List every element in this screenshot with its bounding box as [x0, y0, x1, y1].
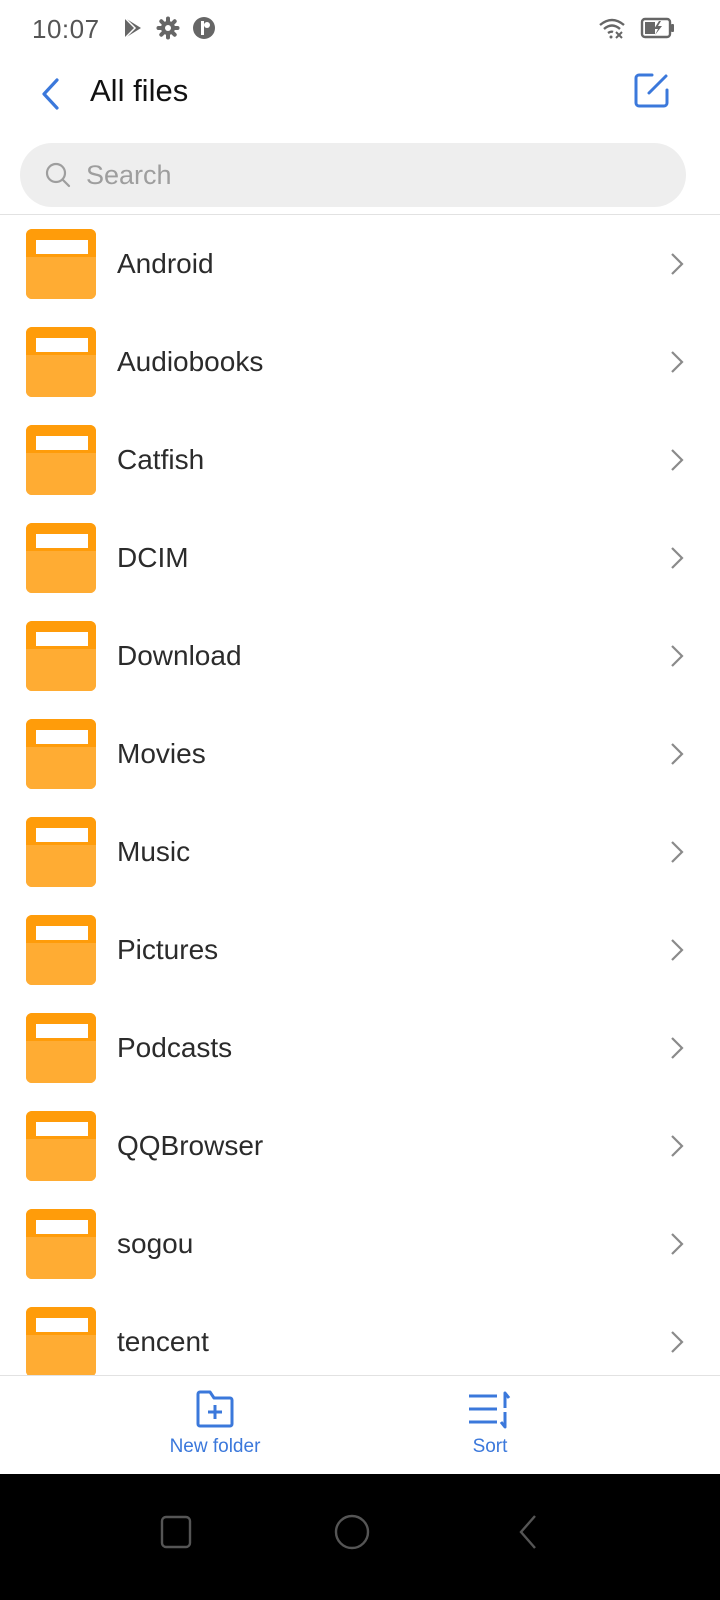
chevron-right-icon	[671, 841, 684, 863]
folder-icon	[26, 229, 96, 299]
edit-button[interactable]	[634, 72, 674, 112]
file-list-item[interactable]: Audiobooks	[0, 313, 720, 411]
home-icon	[334, 1514, 370, 1550]
wifi-no-internet-icon	[599, 18, 625, 39]
new-folder-label: New folder	[169, 1436, 261, 1457]
file-name: sogou	[117, 1228, 194, 1259]
battery-charging-icon	[640, 17, 674, 39]
file-list-item[interactable]: tencent	[0, 1293, 720, 1375]
status-icons-right	[598, 16, 676, 40]
edit-icon	[634, 73, 669, 108]
file-name: Pictures	[117, 934, 219, 965]
chevron-right-icon	[671, 939, 684, 961]
home-button[interactable]	[322, 1502, 382, 1562]
sort-icon	[469, 1391, 511, 1429]
app-notification-icon	[193, 17, 215, 39]
play-store-icon	[124, 17, 141, 39]
file-name: QQBrowser	[117, 1130, 264, 1161]
page-title: All files	[90, 73, 189, 108]
back-nav-button[interactable]	[498, 1502, 558, 1562]
chevron-right-icon	[671, 1135, 684, 1157]
search-input[interactable]	[86, 159, 646, 191]
chevron-right-icon	[671, 645, 684, 667]
recents-icon	[160, 1515, 192, 1549]
chevron-right-icon	[671, 743, 684, 765]
file-list-item[interactable]: DCIM	[0, 509, 720, 607]
header: All files	[0, 58, 720, 130]
folder-icon	[26, 915, 96, 985]
chevron-right-icon	[671, 449, 684, 471]
file-name: DCIM	[117, 542, 189, 573]
search-box[interactable]	[20, 143, 686, 207]
file-list-item[interactable]: Catfish	[0, 411, 720, 509]
sort-button[interactable]: Sort	[410, 1390, 570, 1458]
back-nav-icon	[519, 1515, 536, 1549]
file-list-item[interactable]: Movies	[0, 705, 720, 803]
chevron-right-icon	[671, 1233, 684, 1255]
recents-button[interactable]	[146, 1502, 206, 1562]
folder-icon	[26, 523, 96, 593]
folder-icon	[26, 817, 96, 887]
file-list-item[interactable]: Podcasts	[0, 999, 720, 1097]
back-button[interactable]	[30, 74, 70, 114]
file-list-item[interactable]: sogou	[0, 1195, 720, 1293]
folder-icon	[26, 1307, 96, 1375]
sort-label: Sort	[472, 1436, 508, 1457]
file-list-item[interactable]: Pictures	[0, 901, 720, 999]
file-name: Catfish	[117, 444, 205, 475]
file-name: Audiobooks	[117, 346, 264, 377]
folder-icon	[26, 327, 96, 397]
bottom-toolbar: New folder Sort	[0, 1376, 720, 1474]
folder-icon	[26, 621, 96, 691]
file-list-item[interactable]: QQBrowser	[0, 1097, 720, 1195]
status-icons-left	[122, 16, 216, 40]
folder-icon	[26, 1013, 96, 1083]
chevron-right-icon	[671, 547, 684, 569]
folder-icon	[26, 719, 96, 789]
folder-icon	[26, 1209, 96, 1279]
system-nav-bar	[0, 1474, 720, 1600]
status-bar: 10:07	[0, 0, 720, 58]
chevron-right-icon	[671, 351, 684, 373]
status-time: 10:07	[32, 14, 100, 44]
file-name: Download	[117, 640, 242, 671]
folder-icon	[26, 1111, 96, 1181]
file-list-item[interactable]: Music	[0, 803, 720, 901]
file-name: Music	[117, 836, 191, 867]
settings-gear-icon	[156, 16, 180, 40]
folder-icon	[26, 425, 96, 495]
chevron-right-icon	[671, 1037, 684, 1059]
file-name: Android	[117, 248, 214, 279]
chevron-right-icon	[671, 253, 684, 275]
chevron-left-icon	[42, 78, 59, 110]
file-list-item[interactable]: Download	[0, 607, 720, 705]
chevron-right-icon	[671, 1331, 684, 1353]
file-list-item[interactable]: Android	[0, 215, 720, 313]
file-name: Movies	[117, 738, 206, 769]
file-name: Podcasts	[117, 1032, 233, 1063]
file-name: tencent	[117, 1326, 209, 1357]
file-list: Android Audiobooks Catfish DCIM Download Movi…	[0, 215, 720, 1375]
search-icon	[45, 162, 71, 188]
new-folder-button[interactable]: New folder	[135, 1390, 295, 1458]
new-folder-icon	[196, 1390, 234, 1428]
